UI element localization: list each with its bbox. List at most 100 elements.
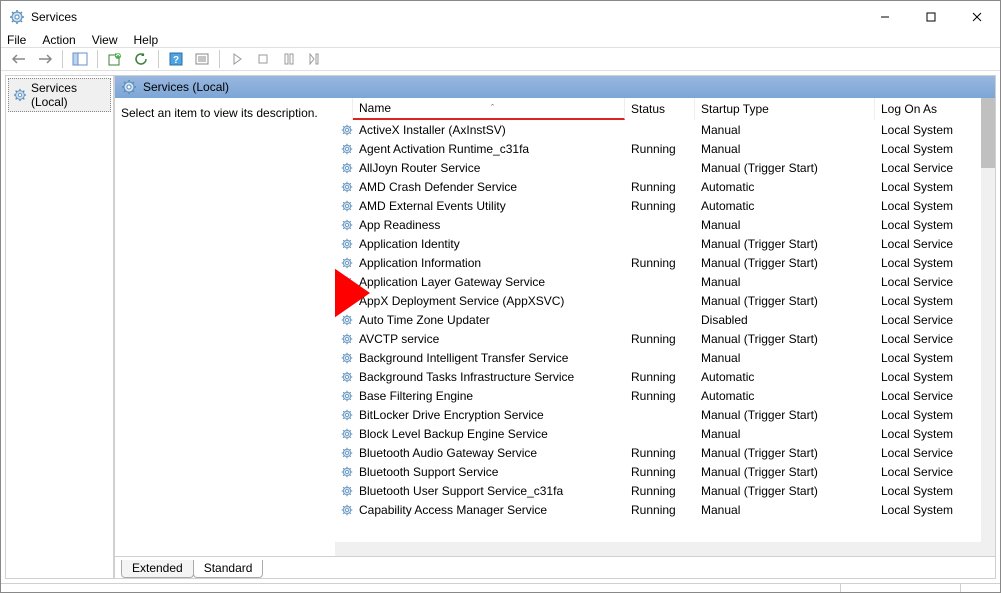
service-startup-type: Manual (Trigger Start) xyxy=(695,465,875,479)
gear-icon xyxy=(341,256,353,270)
gear-icon xyxy=(341,408,353,422)
properties-icon xyxy=(194,52,210,66)
gear-icon xyxy=(341,370,353,384)
service-startup-type: Manual (Trigger Start) xyxy=(695,446,875,460)
description-pane: Select an item to view its description. xyxy=(115,98,335,556)
service-row[interactable]: AMD External Events UtilityRunningAutoma… xyxy=(335,196,995,215)
pause-service-button[interactable] xyxy=(277,48,301,70)
horizontal-scrollbar[interactable] xyxy=(335,542,995,556)
services-window: Services File Action View Help ? xyxy=(0,0,1001,593)
minimize-button[interactable] xyxy=(862,1,908,33)
statusbar xyxy=(1,583,1000,592)
export-list-button[interactable] xyxy=(103,48,127,70)
service-status: Running xyxy=(625,370,695,384)
service-name: AppX Deployment Service (AppXSVC) xyxy=(353,294,625,308)
service-row[interactable]: Base Filtering EngineRunningAutomaticLoc… xyxy=(335,386,995,405)
service-row[interactable]: Agent Activation Runtime_c31faRunningMan… xyxy=(335,139,995,158)
services-icon xyxy=(9,9,25,25)
service-startup-type: Manual xyxy=(695,503,875,517)
service-startup-type: Manual (Trigger Start) xyxy=(695,256,875,270)
tab-standard[interactable]: Standard xyxy=(193,560,264,578)
column-log-on-as[interactable]: Log On As xyxy=(875,98,995,120)
service-name: App Readiness xyxy=(353,218,625,232)
service-row[interactable]: App ReadinessManualLocal System xyxy=(335,215,995,234)
service-log-on-as: Local Service xyxy=(875,389,995,403)
arrow-right-icon xyxy=(37,53,53,65)
service-startup-type: Manual (Trigger Start) xyxy=(695,294,875,308)
gear-icon xyxy=(341,294,353,308)
back-button[interactable] xyxy=(7,48,31,70)
window-title: Services xyxy=(31,10,862,24)
column-name-label: Name xyxy=(359,101,391,115)
service-name: Application Identity xyxy=(353,237,625,251)
service-row[interactable]: Bluetooth Audio Gateway ServiceRunningMa… xyxy=(335,443,995,462)
scrollbar-thumb[interactable] xyxy=(981,98,995,168)
service-row[interactable]: Background Intelligent Transfer ServiceM… xyxy=(335,348,995,367)
tab-extended[interactable]: Extended xyxy=(121,560,194,578)
menubar: File Action View Help xyxy=(1,33,1000,47)
help-button[interactable]: ? xyxy=(164,48,188,70)
service-row[interactable]: Application InformationRunningManual (Tr… xyxy=(335,253,995,272)
gear-icon xyxy=(341,389,353,403)
service-startup-type: Automatic xyxy=(695,389,875,403)
start-service-button[interactable] xyxy=(225,48,249,70)
service-row[interactable]: Capability Access Manager ServiceRunning… xyxy=(335,500,995,519)
service-row[interactable]: Application IdentityManual (Trigger Star… xyxy=(335,234,995,253)
service-row[interactable]: Bluetooth User Support Service_c31faRunn… xyxy=(335,481,995,500)
service-row[interactable]: Background Tasks Infrastructure ServiceR… xyxy=(335,367,995,386)
service-row[interactable]: AllJoyn Router ServiceManual (Trigger St… xyxy=(335,158,995,177)
details-header: Services (Local) xyxy=(115,76,995,98)
view-tabs: Extended Standard xyxy=(115,556,995,578)
service-startup-type: Manual (Trigger Start) xyxy=(695,484,875,498)
console-tree: Services (Local) xyxy=(5,75,114,579)
gear-icon xyxy=(341,275,353,289)
stop-service-button[interactable] xyxy=(251,48,275,70)
arrow-left-icon xyxy=(11,53,27,65)
service-row[interactable]: BitLocker Drive Encryption ServiceManual… xyxy=(335,405,995,424)
tree-root[interactable]: Services (Local) xyxy=(8,78,111,112)
gear-icon xyxy=(341,218,353,232)
service-log-on-as: Local System xyxy=(875,180,995,194)
service-name: Agent Activation Runtime_c31fa xyxy=(353,142,625,156)
column-startup-type[interactable]: Startup Type xyxy=(695,98,875,120)
column-status[interactable]: Status xyxy=(625,98,695,120)
pause-icon xyxy=(284,53,294,65)
close-button[interactable] xyxy=(954,1,1000,33)
sort-asc-icon: ˆ xyxy=(491,103,494,113)
menu-help[interactable]: Help xyxy=(134,33,159,47)
service-startup-type: Manual xyxy=(695,351,875,365)
service-row[interactable]: Block Level Backup Engine ServiceManualL… xyxy=(335,424,995,443)
service-log-on-as: Local System xyxy=(875,123,995,137)
menu-file[interactable]: File xyxy=(7,33,26,47)
properties-button[interactable] xyxy=(190,48,214,70)
service-row[interactable]: AMD Crash Defender ServiceRunningAutomat… xyxy=(335,177,995,196)
description-prompt: Select an item to view its description. xyxy=(121,106,318,120)
refresh-button[interactable] xyxy=(129,48,153,70)
menu-action[interactable]: Action xyxy=(42,33,75,47)
service-status: Running xyxy=(625,465,695,479)
service-row[interactable]: Application Layer Gateway ServiceManualL… xyxy=(335,272,995,291)
column-name[interactable]: Name ˆ xyxy=(353,98,625,120)
service-row[interactable]: Auto Time Zone UpdaterDisabledLocal Serv… xyxy=(335,310,995,329)
service-rows: ActiveX Installer (AxInstSV)ManualLocal … xyxy=(335,120,995,540)
service-row[interactable]: Bluetooth Support ServiceRunningManual (… xyxy=(335,462,995,481)
vertical-scrollbar[interactable] xyxy=(981,98,995,556)
show-hide-tree-button[interactable] xyxy=(68,48,92,70)
gear-icon xyxy=(341,427,353,441)
service-log-on-as: Local System xyxy=(875,256,995,270)
service-name: Block Level Backup Engine Service xyxy=(353,427,625,441)
service-name: Bluetooth Audio Gateway Service xyxy=(353,446,625,460)
service-row[interactable]: AppX Deployment Service (AppXSVC) Manual … xyxy=(335,291,995,310)
service-row[interactable]: AVCTP serviceRunningManual (Trigger Star… xyxy=(335,329,995,348)
service-log-on-as: Local Service xyxy=(875,275,995,289)
service-name: AVCTP service xyxy=(353,332,625,346)
service-log-on-as: Local Service xyxy=(875,465,995,479)
service-row[interactable]: ActiveX Installer (AxInstSV)ManualLocal … xyxy=(335,120,995,139)
gear-icon xyxy=(341,503,353,517)
forward-button[interactable] xyxy=(33,48,57,70)
menu-view[interactable]: View xyxy=(92,33,118,47)
maximize-button[interactable] xyxy=(908,1,954,33)
service-startup-type: Automatic xyxy=(695,199,875,213)
gear-icon xyxy=(341,484,353,498)
restart-service-button[interactable] xyxy=(303,48,327,70)
